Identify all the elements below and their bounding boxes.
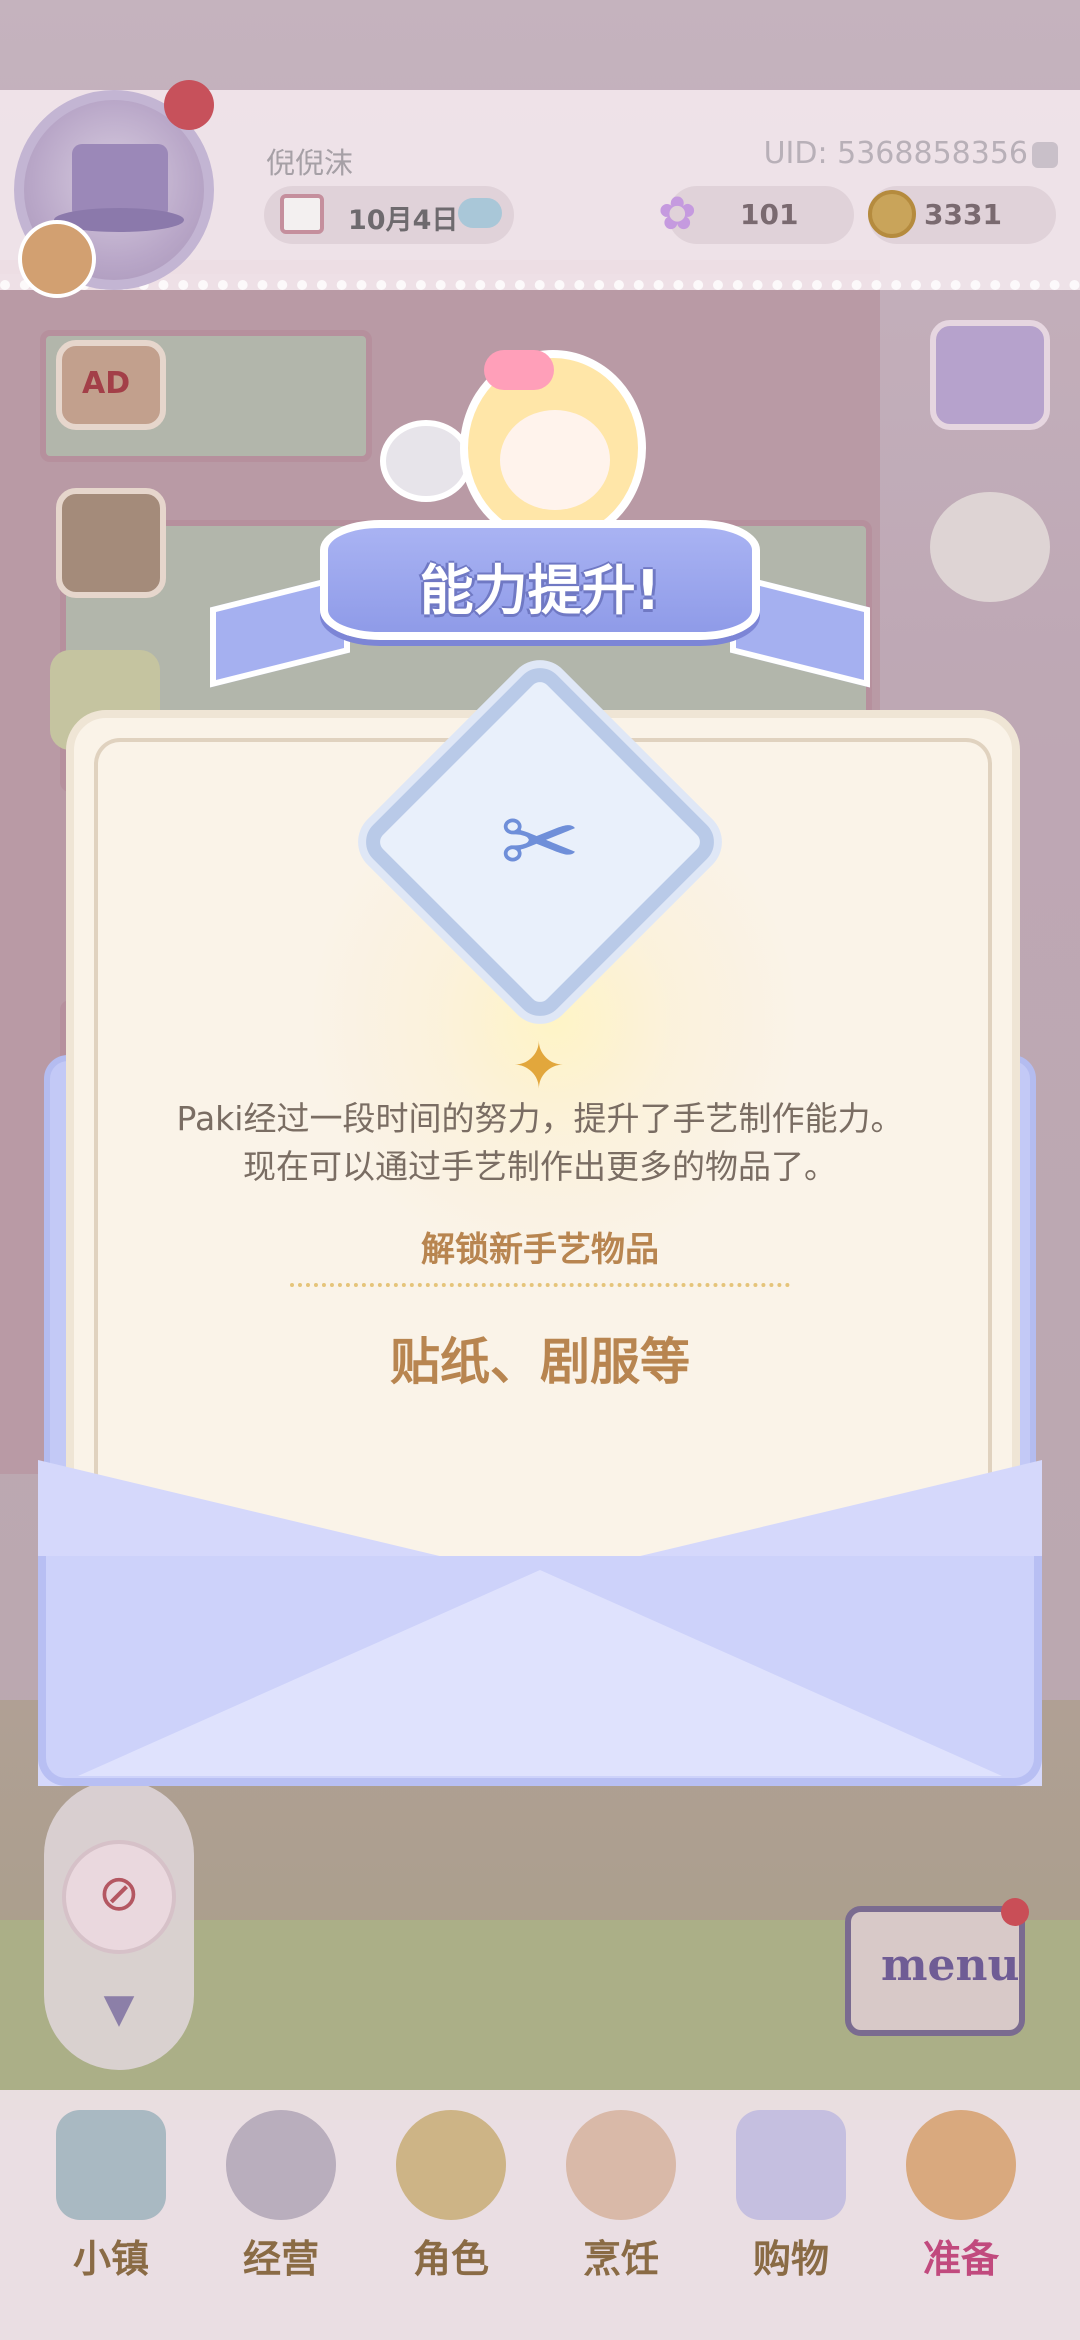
chevron-down-icon[interactable]: ▼ xyxy=(44,1986,194,2032)
description-line-2: 现在可以通过手艺制作出更多的物品了。 xyxy=(243,1147,837,1186)
basket-icon xyxy=(906,2110,1016,2220)
copy-icon[interactable] xyxy=(1032,142,1058,168)
ad-button[interactable]: AD xyxy=(56,340,166,430)
nav-item-business[interactable]: 经营 xyxy=(206,2110,356,2290)
pet-dog-icon xyxy=(18,220,96,298)
left-tool-panel: ⊘ ▼ xyxy=(44,1780,194,2070)
nav-label: 购物 xyxy=(752,2237,829,2281)
nav-item-character[interactable]: 角色 xyxy=(376,2110,526,2290)
nav-label: 角色 xyxy=(412,2237,489,2281)
character-event-button[interactable] xyxy=(56,488,166,598)
date-text: 10月4日 xyxy=(348,205,459,236)
coin-counter[interactable]: 3331 xyxy=(868,186,1056,244)
coin-count: 3331 xyxy=(924,198,1002,231)
player-avatar[interactable] xyxy=(14,80,214,298)
nav-label: 准备 xyxy=(922,2237,999,2281)
nav-label: 经营 xyxy=(242,2237,319,2281)
coin-icon xyxy=(868,190,916,238)
map-icon xyxy=(56,2110,166,2220)
sandwich-icon xyxy=(566,2110,676,2220)
scissors-icon xyxy=(380,420,472,502)
craft-scissors-icon: ✂ xyxy=(499,786,581,898)
shopping-bag-icon xyxy=(736,2110,846,2220)
unlocked-items: 贴纸、剧服等 xyxy=(390,1333,690,1391)
character-icon xyxy=(396,2110,506,2220)
cat-chat-icon[interactable] xyxy=(930,492,1050,602)
menu-book-button[interactable]: menu xyxy=(845,1898,1029,2036)
nav-item-prepare[interactable]: 准备 xyxy=(886,2110,1036,2290)
envelope-flap xyxy=(78,1570,1002,1776)
gem-counter[interactable]: ✿ 101 xyxy=(658,186,854,244)
banner-title: 能力提升! xyxy=(419,559,661,622)
title-ribbon: 能力提升! xyxy=(320,520,760,640)
nav-item-town[interactable]: 小镇 xyxy=(36,2110,186,2290)
nav-label: 烹饪 xyxy=(582,2237,659,2281)
unlock-title: 解锁新手艺物品 xyxy=(421,1230,659,1270)
weather-cloud-icon xyxy=(458,198,502,228)
nav-item-cooking[interactable]: 烹饪 xyxy=(546,2110,696,2290)
eye-off-icon: ⊘ xyxy=(98,1864,140,1922)
date-display: 10月4日 xyxy=(264,186,514,244)
rose-icon xyxy=(164,80,214,130)
nav-label: 小镇 xyxy=(72,2237,149,2281)
flower-gem-icon: ✿ xyxy=(658,186,697,240)
dotted-divider xyxy=(290,1283,790,1287)
paki-character-sticker xyxy=(380,330,700,550)
bow-icon xyxy=(484,350,554,390)
gift-box-icon[interactable] xyxy=(930,320,1050,430)
top-hat-icon xyxy=(72,144,168,214)
envelope-front[interactable] xyxy=(38,1460,1042,1786)
notification-dot xyxy=(1001,1898,1029,1926)
uid-text: UID: 5368858356 xyxy=(763,136,1028,171)
player-name: 倪倪沫 xyxy=(266,146,354,180)
hide-ui-button[interactable]: ⊘ xyxy=(62,1840,176,1954)
nav-item-shopping[interactable]: 购物 xyxy=(716,2110,866,2290)
gem-count: 101 xyxy=(740,198,799,231)
menu-label: menu xyxy=(881,1940,1020,1991)
description-line-1: Paki经过一段时间的努力，提升了手艺制作能力。 xyxy=(176,1099,904,1138)
locked-shop-icon xyxy=(226,2110,336,2220)
ad-label: AD xyxy=(82,366,131,401)
calendar-icon xyxy=(280,194,324,234)
